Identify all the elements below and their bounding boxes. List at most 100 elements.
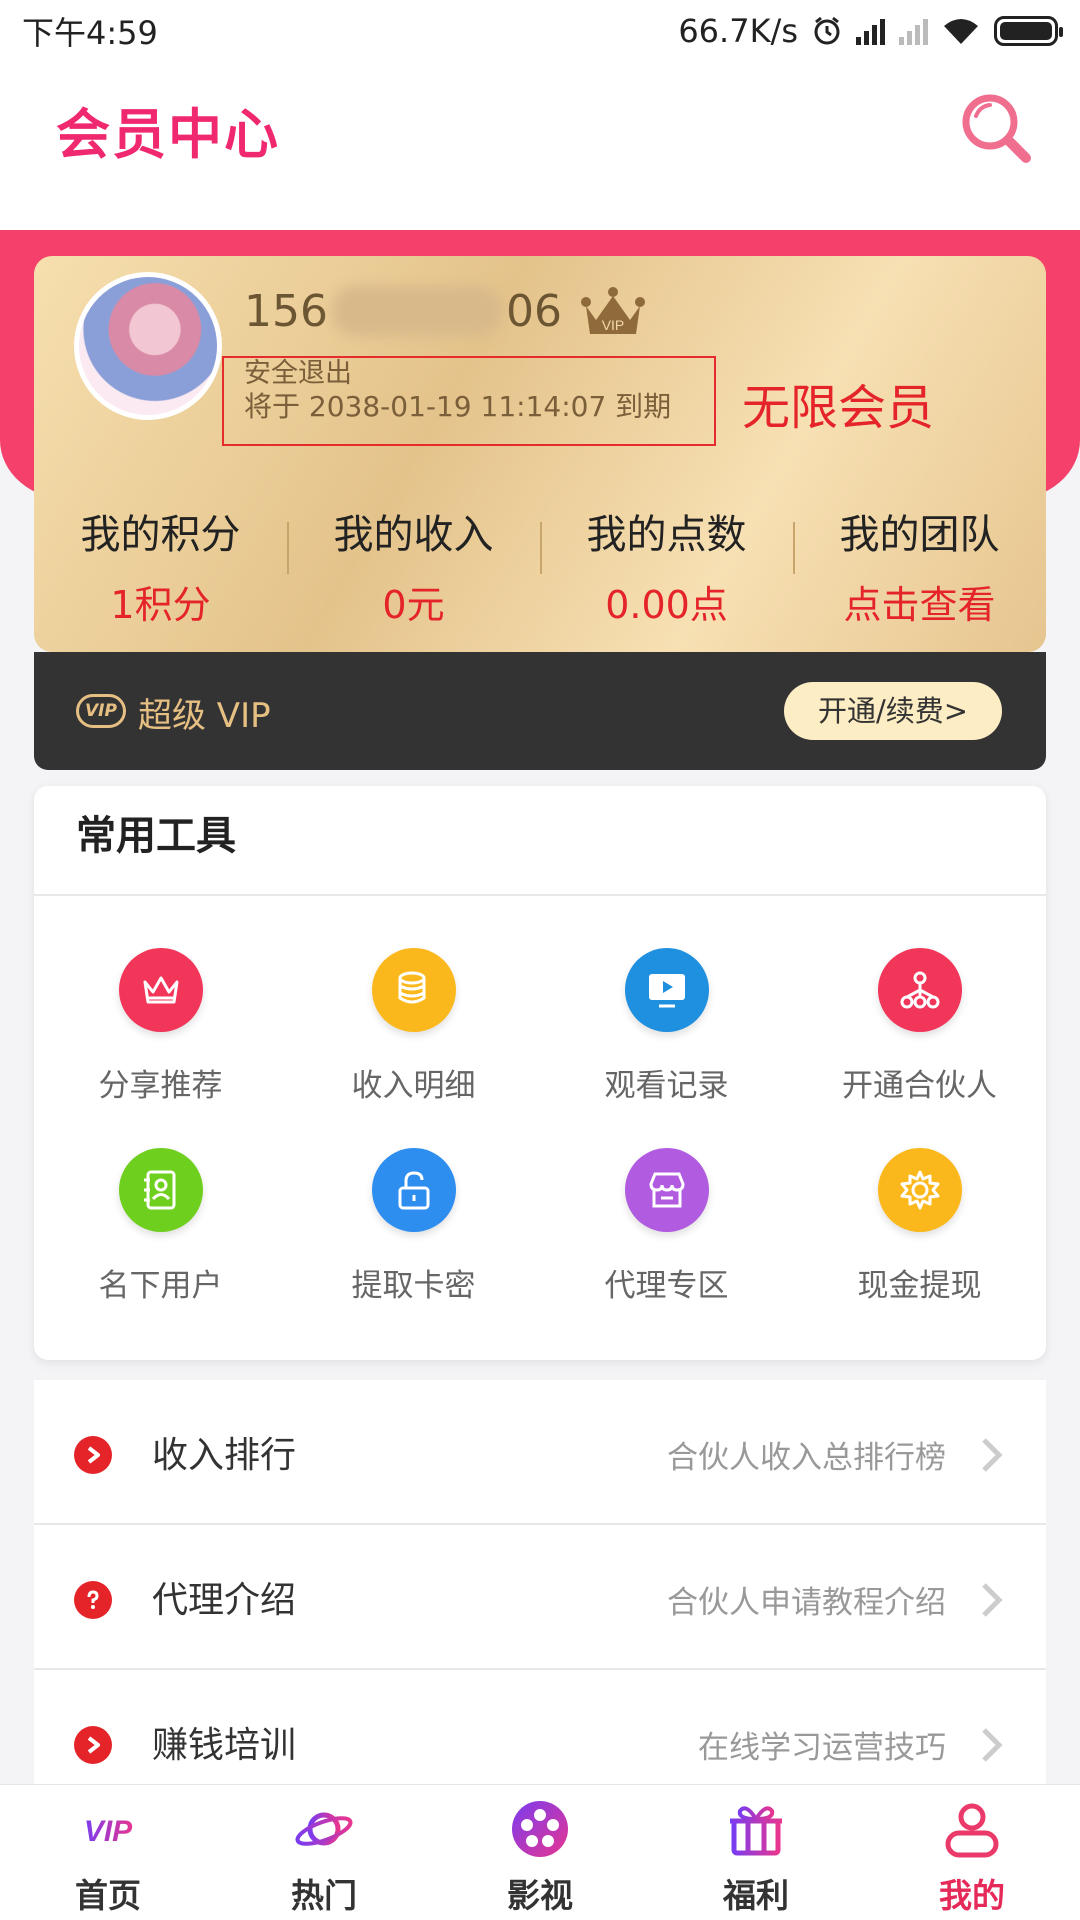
chevron-right-icon (982, 1583, 1003, 1617)
tool-cash-withdraw[interactable]: 现金提现 (793, 1126, 1046, 1356)
phone-mask (331, 286, 502, 336)
coins-icon (371, 948, 456, 1032)
signal-2-icon (899, 17, 928, 45)
phone-prefix: 156 (244, 285, 328, 337)
list-item-income-ranking[interactable]: 收入排行 合伙人收入总排行榜 (34, 1380, 1046, 1525)
stat-income[interactable]: 我的收入 0元 (287, 494, 540, 627)
stat-credits[interactable]: 我的点数 0.00点 (540, 494, 793, 627)
phone-suffix: 06 (505, 285, 562, 337)
logout-link[interactable]: 安全退出 (244, 358, 694, 390)
list-item-subtitle: 合伙人收入总排行榜 (667, 1440, 946, 1476)
stat-value: 0元 (382, 583, 445, 627)
vip-crown-label: VIP (602, 317, 625, 333)
chevron-right-icon (982, 1728, 1003, 1762)
tool-watch-history[interactable]: 观看记录 (540, 896, 793, 1126)
svg-text:VIP: VIP (84, 1815, 133, 1848)
list-item-title: 代理介绍 (152, 1580, 297, 1621)
stat-team[interactable]: 我的团队 点击查看 (793, 494, 1046, 627)
store-icon (624, 1148, 709, 1232)
stat-label: 我的收入 (333, 512, 494, 558)
tab-welfare[interactable]: 福利 (648, 1785, 864, 1920)
stat-label: 我的积分 (80, 512, 241, 558)
list-item-agent-intro[interactable]: 代理介绍 合伙人申请教程介绍 (34, 1525, 1046, 1670)
stat-points[interactable]: 我的积分 1积分 (34, 494, 287, 627)
alarm-icon (814, 16, 840, 45)
tool-label: 提取卡密 (351, 1268, 476, 1304)
tab-label: 影视 (507, 1876, 573, 1915)
tool-label: 开通合伙人 (842, 1068, 997, 1104)
tool-my-users[interactable]: 名下用户 (34, 1126, 287, 1356)
tab-label: 热门 (291, 1876, 357, 1915)
tab-label: 我的 (939, 1876, 1005, 1915)
membership-type: 无限会员 (742, 380, 935, 436)
tool-agent-zone[interactable]: 代理专区 (540, 1126, 793, 1356)
super-vip-bar: VIP 超级 VIP 开通/续费> (34, 652, 1046, 770)
list-item-title: 赚钱培训 (152, 1725, 297, 1766)
tool-label: 现金提现 (857, 1268, 982, 1304)
stat-label: 我的点数 (586, 512, 747, 558)
contacts-book-icon (118, 1148, 203, 1232)
planet-icon (295, 1812, 353, 1846)
play-arrow-icon (74, 1726, 112, 1764)
tab-movies[interactable]: 影视 (432, 1785, 648, 1920)
expiry-text: 将于 2038-01-19 11:14:07 到期 (244, 390, 672, 423)
stats-row: 我的积分 1积分 我的收入 0元 我的点数 0.00点 我的团队 点击查看 (34, 494, 1046, 627)
crown-icon (118, 948, 203, 1032)
search-icon[interactable] (954, 86, 1038, 170)
super-vip-label: 超级 VIP (138, 696, 271, 736)
avatar[interactable] (74, 272, 222, 420)
tab-mine[interactable]: 我的 (864, 1785, 1080, 1920)
menu-list: 收入排行 合伙人收入总排行榜 代理介绍 合伙人申请教程介绍 赚钱培训 在线学习运… (34, 1380, 1046, 1815)
member-card: 156 06 VIP 安全退出 将于 2038-01-19 11:14:07 到… (34, 256, 1046, 652)
tool-label: 代理专区 (604, 1268, 729, 1304)
tool-become-partner[interactable]: 开通合伙人 (793, 896, 1046, 1126)
user-icon (945, 1803, 999, 1858)
tab-home[interactable]: VIP 首页 (0, 1785, 216, 1920)
tools-grid: 分享推荐 收入明细 观看记录 开通合伙人 名下用户 提取卡密 代理专区 现金提现 (34, 896, 1046, 1356)
bottom-tab-bar: VIP 首页 热门 影视 福利 我的 (0, 1784, 1080, 1920)
stat-value: 1积分 (110, 583, 211, 627)
tool-label: 收入明细 (351, 1068, 476, 1104)
stat-label: 我的团队 (839, 512, 1000, 558)
tab-label: 首页 (75, 1876, 141, 1915)
tool-share[interactable]: 分享推荐 (34, 896, 287, 1126)
battery-icon (994, 16, 1063, 46)
phone-number: 156 06 VIP (244, 284, 646, 338)
status-indicators: 66.7K/s (678, 12, 1063, 50)
vip-badge-icon: VIP (76, 694, 126, 728)
stat-value: 0.00点 (605, 583, 728, 627)
tool-income-detail[interactable]: 收入明细 (287, 896, 540, 1126)
list-item-title: 收入排行 (152, 1435, 297, 1476)
tools-panel: 常用工具 分享推荐 收入明细 观看记录 开通合伙人 名下用户 提取卡密 代理专区… (34, 786, 1046, 1360)
list-item-subtitle: 合伙人申请教程介绍 (667, 1585, 946, 1621)
page-header: 会员中心 (0, 62, 1080, 230)
tool-label: 名下用户 (98, 1268, 223, 1304)
tool-label: 观看记录 (604, 1068, 729, 1104)
tab-hot[interactable]: 热门 (216, 1785, 432, 1920)
hierarchy-icon (877, 948, 962, 1032)
status-bar: 下午4:59 66.7K/s (0, 0, 1080, 62)
tool-label: 分享推荐 (98, 1068, 223, 1104)
chevron-right-icon (982, 1438, 1003, 1472)
vip-crown-icon: VIP (580, 287, 645, 334)
list-item-subtitle: 在线学习运营技巧 (698, 1730, 946, 1766)
gear-icon (877, 1148, 962, 1232)
wifi-icon (944, 19, 978, 44)
tool-extract-card[interactable]: 提取卡密 (287, 1126, 540, 1356)
question-icon (74, 1581, 112, 1619)
renew-button[interactable]: 开通/续费> (784, 682, 1002, 740)
vip-logo-icon: VIP (84, 1815, 133, 1848)
network-speed: 66.7K/s (678, 12, 798, 50)
stat-value: 点击查看 (843, 583, 996, 627)
signal-icon (856, 17, 885, 45)
film-reel-icon (512, 1801, 568, 1857)
status-time: 下午4:59 (22, 14, 158, 52)
play-arrow-icon (74, 1436, 112, 1474)
screen-play-icon (624, 948, 709, 1032)
unlock-icon (371, 1148, 456, 1232)
page-title: 会员中心 (56, 103, 280, 166)
gift-icon (730, 1806, 782, 1856)
tab-label: 福利 (723, 1876, 789, 1915)
logout-expiry-box: 安全退出 将于 2038-01-19 11:14:07 到期 (222, 356, 716, 446)
tools-title: 常用工具 (34, 786, 1046, 896)
